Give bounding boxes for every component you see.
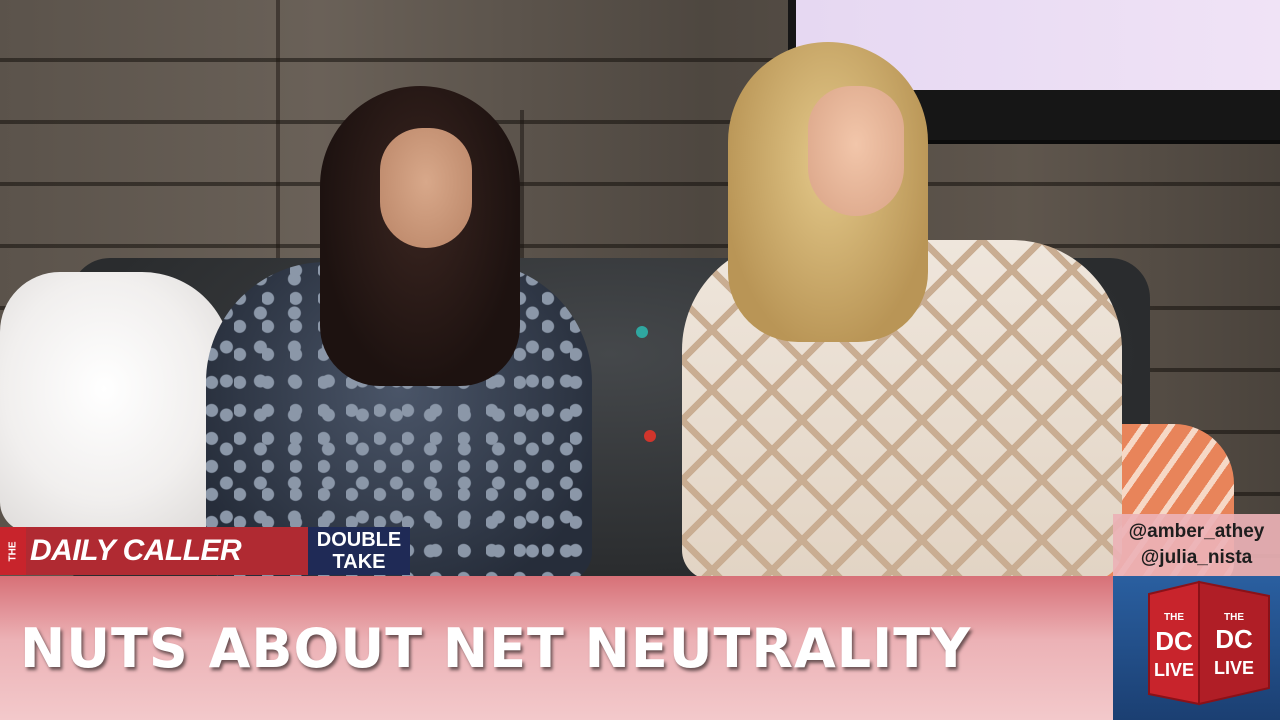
logo-prefix: THE bbox=[0, 527, 26, 575]
show-name-line1: DOUBLE bbox=[316, 529, 402, 551]
cube-left-mid-text: DC bbox=[1155, 626, 1193, 656]
daily-caller-logo-bar: THE DAILY CALLER DOUBLE TAKE bbox=[0, 527, 410, 575]
cube-right-top-text: THE bbox=[1224, 612, 1244, 623]
show-name: DOUBLE TAKE bbox=[308, 527, 410, 575]
dc-live-badge-panel: THE DC LIVE THE DC LIVE bbox=[1113, 576, 1280, 720]
cube-left-bot-text: LIVE bbox=[1154, 660, 1194, 680]
logo-name: DAILY CALLER bbox=[26, 527, 308, 575]
white-fur-pillow bbox=[0, 272, 232, 532]
show-name-line2: TAKE bbox=[332, 551, 386, 573]
couch-button-teal bbox=[636, 326, 648, 338]
wall-plank-seam bbox=[276, 0, 280, 270]
handle-julia: @julia_nista bbox=[1140, 547, 1253, 568]
cube-right-bot-text: LIVE bbox=[1214, 658, 1254, 678]
host-right-face bbox=[808, 86, 904, 216]
lower-third-banner: NUTS ABOUT NET NEUTRALITY bbox=[0, 576, 1113, 720]
handle-amber: @amber_athey bbox=[1128, 521, 1265, 542]
host-handles: @amber_athey @julia_nista bbox=[1113, 514, 1280, 576]
logo-prefix-text: THE bbox=[7, 541, 19, 561]
host-left-face bbox=[380, 128, 472, 248]
headline-text: NUTS ABOUT NET NEUTRALITY bbox=[20, 616, 972, 680]
couch-button-red bbox=[644, 430, 656, 442]
cube-right-mid-text: DC bbox=[1215, 624, 1253, 654]
dc-live-cube-icon: THE DC LIVE THE DC LIVE bbox=[1148, 580, 1270, 706]
wall-plank-seam bbox=[520, 110, 524, 260]
cube-left-top-text: THE bbox=[1164, 612, 1184, 623]
